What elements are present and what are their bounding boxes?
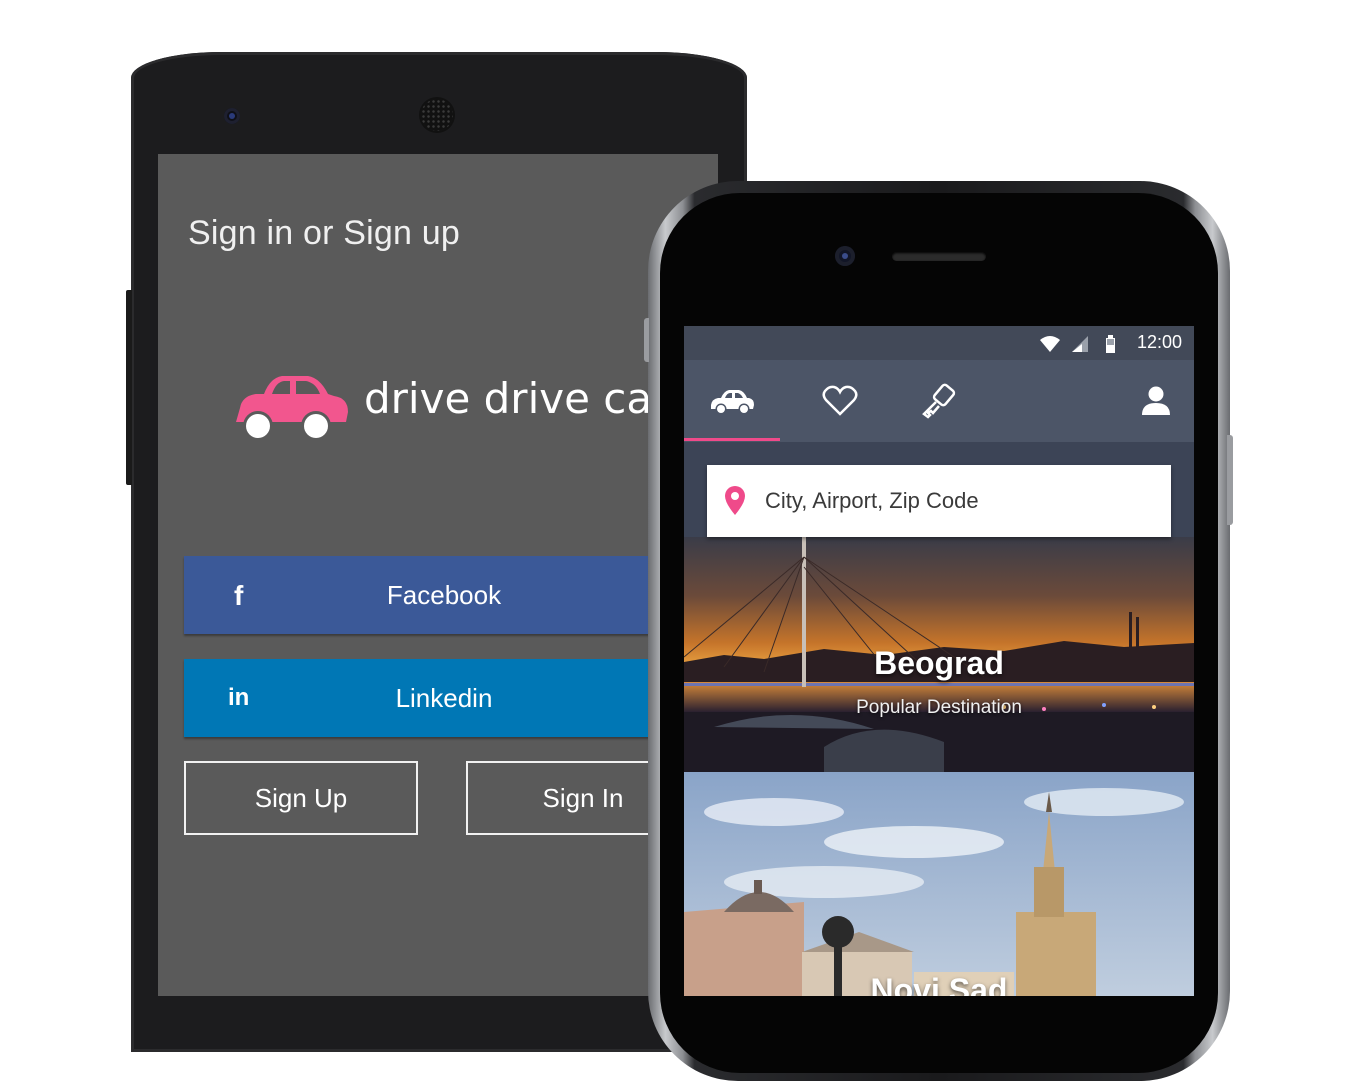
key-icon [922, 383, 956, 419]
user-icon [1142, 386, 1170, 415]
android-speaker [421, 99, 453, 131]
status-icons [1040, 335, 1115, 353]
battery-icon [1106, 335, 1115, 353]
iphone-mute-switch [644, 318, 649, 362]
signal-icon [1072, 336, 1088, 352]
location-search-box[interactable] [707, 465, 1171, 537]
iphone-earpiece [892, 252, 986, 261]
search-input[interactable] [763, 487, 1157, 515]
wifi-icon [1040, 336, 1060, 352]
iphone-search-screen: 12:00 Beograd Popular Destination Novi S… [684, 326, 1194, 996]
profile-button[interactable] [1108, 360, 1194, 442]
page-title: Sign in or Sign up [188, 214, 460, 252]
destination-name: Beograd [874, 645, 1004, 681]
brand-name: drive drive car [364, 374, 670, 423]
sign-up-button[interactable]: Sign Up [184, 761, 418, 835]
status-bar: 12:00 [684, 326, 1194, 360]
iphone-front-camera [835, 246, 855, 266]
car-icon [711, 390, 754, 415]
destination-card-novi-sad[interactable]: Novi Sad [684, 772, 1194, 996]
android-side-button [126, 290, 132, 485]
status-time: 12:00 [1136, 332, 1182, 352]
iphone-power-button [1227, 435, 1233, 525]
destination-subtitle: Popular Destination [856, 697, 1022, 718]
destination-card-beograd[interactable]: Beograd Popular Destination [684, 537, 1194, 772]
tab-keys[interactable] [890, 360, 986, 442]
tab-favorites[interactable] [792, 360, 888, 442]
location-pin-icon [725, 486, 745, 515]
active-tab-indicator [684, 438, 780, 441]
facebook-button[interactable]: f Facebook [184, 556, 654, 634]
facebook-button-label: Facebook [386, 579, 502, 610]
car-logo-icon [236, 376, 348, 441]
linkedin-button[interactable]: in Linkedin [184, 659, 654, 737]
tab-cars[interactable] [684, 360, 780, 442]
heart-icon [822, 385, 858, 416]
novi-sad-photo [684, 772, 1194, 996]
linkedin-button-label: Linkedin [395, 682, 493, 713]
android-sign-in-screen: Sign in or Sign up drive drive car f Fac… [158, 154, 718, 996]
destination-name: Novi Sad [870, 972, 1008, 996]
android-front-camera [224, 108, 240, 124]
top-nav-bar [684, 360, 1194, 442]
